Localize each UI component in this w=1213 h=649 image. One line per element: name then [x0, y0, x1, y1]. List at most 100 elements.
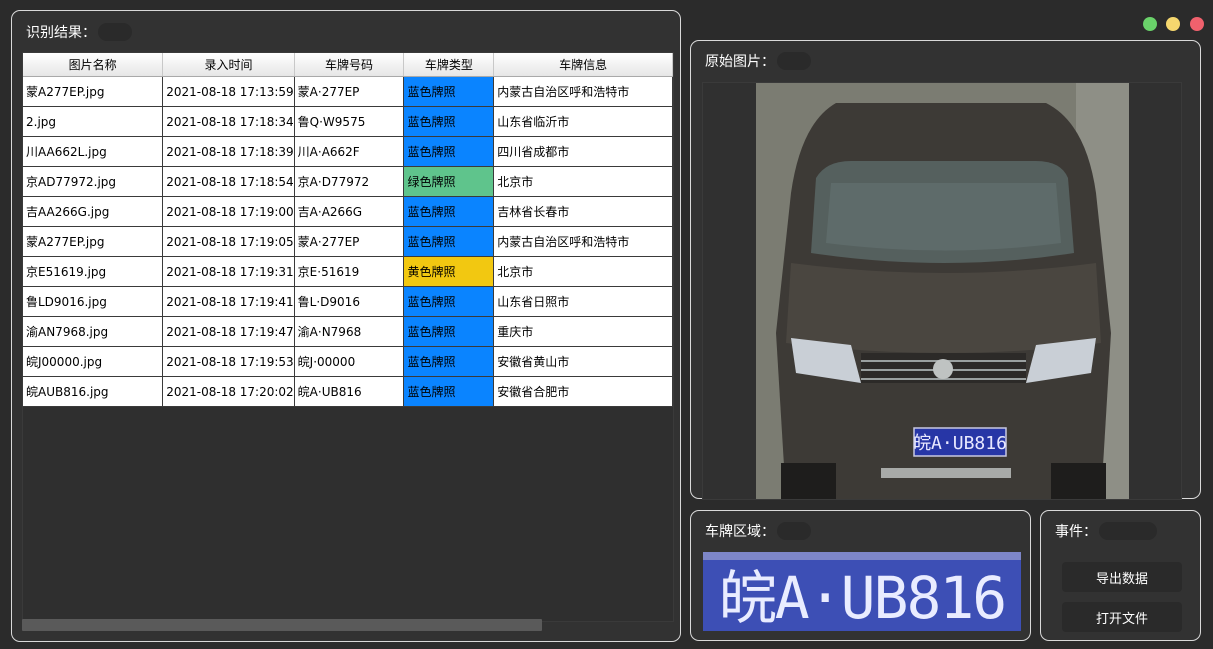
table-row[interactable]: 皖J00000.jpg 2021-08-18 17:19:53 皖J·00000 蓝色…: [23, 346, 673, 377]
table-cell[interactable]: 京E·51619: [294, 256, 405, 287]
table-cell[interactable]: 蓝色牌照: [403, 76, 495, 107]
column-header[interactable]: 图片名称: [23, 53, 164, 77]
original-title: 原始图片：: [705, 54, 775, 70]
table-cell[interactable]: 川A·A662F: [294, 136, 405, 167]
table-row[interactable]: 吉AA266G.jpg 2021-08-18 17:19:00 吉A·A266G 蓝色…: [23, 196, 673, 227]
table-cell[interactable]: 北京市: [493, 256, 673, 287]
table-cell[interactable]: 川AA662L.jpg: [23, 136, 164, 167]
table-cell[interactable]: 内蒙古自治区呼和浩特市: [493, 226, 673, 257]
car-photo-illustration: 皖A·UB816: [756, 83, 1129, 499]
table-row[interactable]: 渝AN7968.jpg 2021-08-18 17:19:47 渝A·N7968 蓝色…: [23, 316, 673, 347]
table-cell[interactable]: 蓝色牌照: [403, 376, 495, 407]
column-header[interactable]: 车牌类型: [403, 53, 495, 77]
table-cell[interactable]: 蒙A277EP.jpg: [23, 226, 164, 257]
table-cell[interactable]: 山东省临沂市: [493, 106, 673, 137]
table-cell[interactable]: 2.jpg: [23, 106, 164, 137]
table-cell[interactable]: 鲁L·D9016: [294, 286, 405, 317]
table-cell[interactable]: 蓝色牌照: [403, 286, 495, 317]
table-cell[interactable]: 蓝色牌照: [403, 136, 495, 167]
table-cell[interactable]: 2021-08-18 17:19:31: [162, 256, 295, 287]
table-cell[interactable]: 蓝色牌照: [403, 196, 495, 227]
table-cell[interactable]: 蓝色牌照: [403, 106, 495, 137]
table-row[interactable]: 京AD77972.jpg 2021-08-18 17:18:54 京A·D77972…: [23, 166, 673, 197]
table-row[interactable]: 皖AUB816.jpg 2021-08-18 17:20:02 皖A·UB816 蓝色…: [23, 376, 673, 407]
table-cell[interactable]: 蓝色牌照: [403, 316, 495, 347]
close-window-button[interactable]: [1190, 17, 1204, 31]
original-title-wrap: 原始图片：: [705, 51, 811, 71]
minimize-window-button[interactable]: [1143, 17, 1157, 31]
plate-region-title-wrap: 车牌区域：: [705, 521, 811, 541]
table-row[interactable]: 蒙A277EP.jpg 2021-08-18 17:19:05 蒙A·277EP 蓝色…: [23, 226, 673, 257]
results-title: 识别结果：: [26, 25, 96, 41]
plate-crop-image: 皖A·UB816: [703, 552, 1021, 631]
table-cell[interactable]: 蓝色牌照: [403, 226, 495, 257]
table-cell[interactable]: 皖J·00000: [294, 346, 405, 377]
table-cell[interactable]: 2021-08-18 17:18:34: [162, 106, 295, 137]
events-panel: 事件： 导出数据 打开文件: [1040, 510, 1201, 641]
table-cell[interactable]: 鲁Q·W9575: [294, 106, 405, 137]
car-photo: 皖A·UB816: [756, 83, 1129, 499]
table-cell[interactable]: 蒙A277EP.jpg: [23, 76, 164, 107]
table-cell[interactable]: 2021-08-18 17:19:05: [162, 226, 295, 257]
plate-region-title-pill: [777, 522, 811, 540]
table-cell[interactable]: 蒙A·277EP: [294, 76, 405, 107]
table-cell[interactable]: 内蒙古自治区呼和浩特市: [493, 76, 673, 107]
table-cell[interactable]: 渝AN7968.jpg: [23, 316, 164, 347]
table-cell[interactable]: 安徽省黄山市: [493, 346, 673, 377]
results-title-wrap: 识别结果：: [26, 22, 132, 42]
table-cell[interactable]: 鲁LD9016.jpg: [23, 286, 164, 317]
table-cell[interactable]: 皖A·UB816: [294, 376, 405, 407]
table-row[interactable]: 蒙A277EP.jpg 2021-08-18 17:13:59 蒙A·277EP 蓝色…: [23, 76, 673, 107]
table-cell[interactable]: 皖AUB816.jpg: [23, 376, 164, 407]
table-cell[interactable]: 京A·D77972: [294, 166, 405, 197]
column-header[interactable]: 车牌信息: [493, 53, 673, 77]
table-body: 蒙A277EP.jpg 2021-08-18 17:13:59 蒙A·277EP 蓝色…: [23, 76, 673, 407]
table-row[interactable]: 京E51619.jpg 2021-08-18 17:19:31 京E·51619 黄色…: [23, 256, 673, 287]
table-cell[interactable]: 重庆市: [493, 316, 673, 347]
results-table-wrap[interactable]: 图片名称 录入时间 车牌号码 车牌类型 车牌信息 蒙A277EP.jpg 2021-08-…: [22, 52, 674, 622]
results-panel: 识别结果： 图片名称 录入时间 车牌号码 车牌类型 车牌信息 蒙A277EP.jpg 20…: [11, 10, 681, 642]
table-cell[interactable]: 2021-08-18 17:20:02: [162, 376, 295, 407]
open-file-button[interactable]: 打开文件: [1062, 602, 1182, 632]
table-cell[interactable]: 吉A·A266G: [294, 196, 405, 227]
table-cell[interactable]: 2021-08-18 17:18:54: [162, 166, 295, 197]
events-title: 事件：: [1055, 524, 1097, 540]
table-cell[interactable]: 2021-08-18 17:19:53: [162, 346, 295, 377]
table-cell[interactable]: 四川省成都市: [493, 136, 673, 167]
column-header[interactable]: 录入时间: [162, 53, 295, 77]
table-cell[interactable]: 吉林省长春市: [493, 196, 673, 227]
events-title-pill: [1099, 522, 1157, 540]
export-data-button[interactable]: 导出数据: [1062, 562, 1182, 592]
table-cell[interactable]: 山东省日照市: [493, 286, 673, 317]
plate-crop-illustration: 皖A·UB816: [703, 552, 1021, 631]
table-cell[interactable]: 北京市: [493, 166, 673, 197]
table-cell[interactable]: 皖J00000.jpg: [23, 346, 164, 377]
column-header[interactable]: 车牌号码: [294, 53, 405, 77]
original-title-pill: [777, 52, 811, 70]
plate-region-panel: 车牌区域： 皖A·UB816: [690, 510, 1031, 641]
plate-region-title: 车牌区域：: [705, 524, 775, 540]
table-cell[interactable]: 绿色牌照: [403, 166, 495, 197]
table-cell[interactable]: 黄色牌照: [403, 256, 495, 287]
table-cell[interactable]: 京AD77972.jpg: [23, 166, 164, 197]
table-cell[interactable]: 2021-08-18 17:19:00: [162, 196, 295, 227]
table-cell[interactable]: 渝A·N7968: [294, 316, 405, 347]
table-cell[interactable]: 安徽省合肥市: [493, 376, 673, 407]
table-cell[interactable]: 2021-08-18 17:18:39: [162, 136, 295, 167]
table-row[interactable]: 鲁LD9016.jpg 2021-08-18 17:19:41 鲁L·D9016 蓝色…: [23, 286, 673, 317]
table-cell[interactable]: 京E51619.jpg: [23, 256, 164, 287]
table-cell[interactable]: 2021-08-18 17:19:47: [162, 316, 295, 347]
table-cell[interactable]: 2021-08-18 17:19:41: [162, 286, 295, 317]
table-row[interactable]: 川AA662L.jpg 2021-08-18 17:18:39 川A·A662F 蓝色…: [23, 136, 673, 167]
original-image-panel: 原始图片： 皖A·UB816: [690, 40, 1201, 500]
table-cell[interactable]: 蒙A·277EP: [294, 226, 405, 257]
car-plate-text: 皖A·UB816: [913, 433, 1007, 454]
original-image-frame: 皖A·UB816: [702, 82, 1182, 500]
table-cell[interactable]: 吉AA266G.jpg: [23, 196, 164, 227]
table-row[interactable]: 2.jpg 2021-08-18 17:18:34 鲁Q·W9575 蓝色牌照 山东省临…: [23, 106, 673, 137]
maximize-window-button[interactable]: [1166, 17, 1180, 31]
table-cell[interactable]: 2021-08-18 17:13:59: [162, 76, 295, 107]
table-cell[interactable]: 蓝色牌照: [403, 346, 495, 377]
horizontal-scrollbar[interactable]: [22, 619, 542, 631]
events-title-wrap: 事件：: [1055, 521, 1157, 541]
